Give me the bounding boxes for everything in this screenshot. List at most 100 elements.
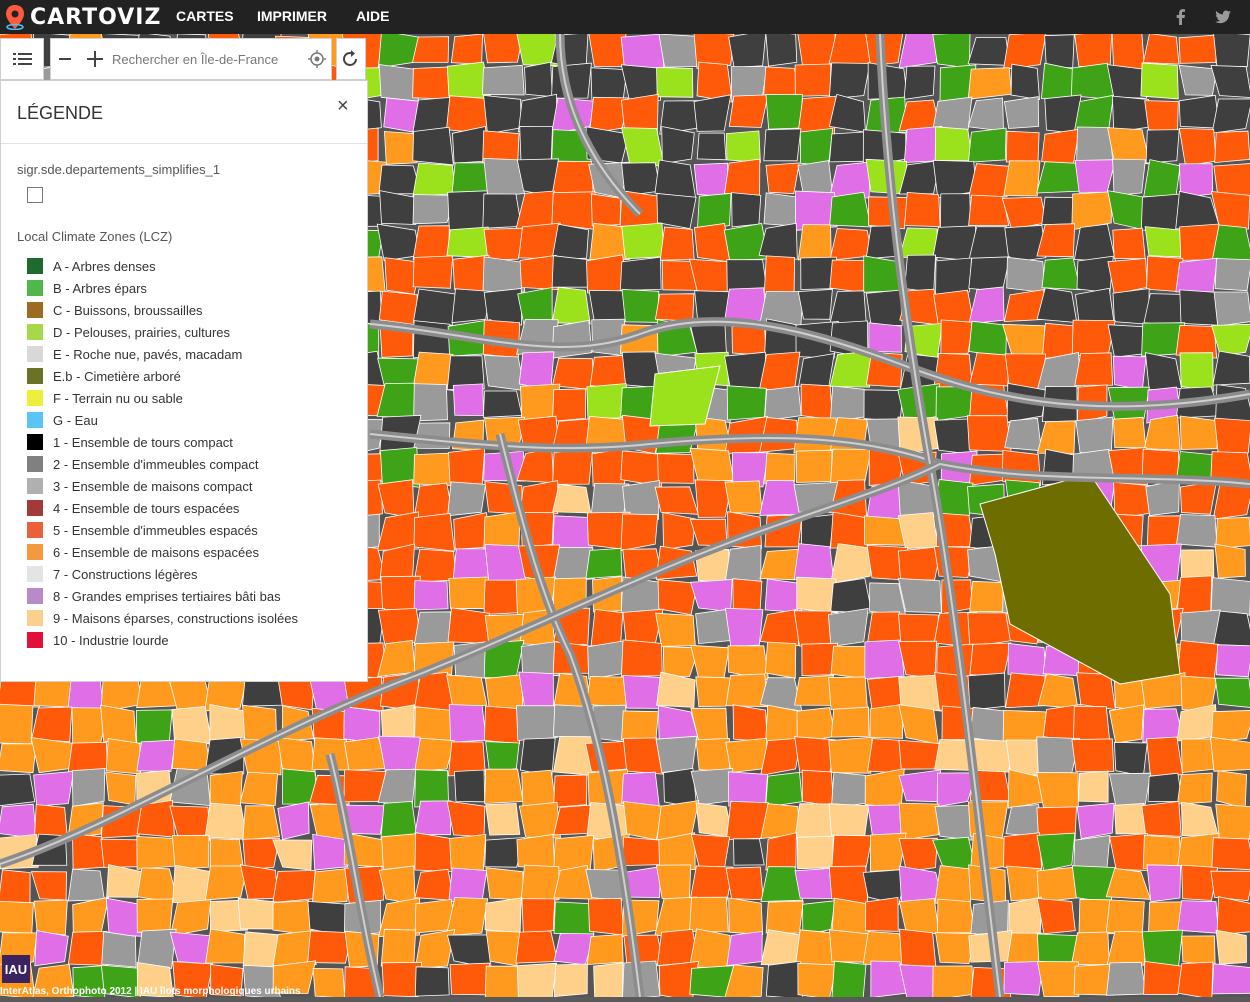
map-parcel	[869, 197, 908, 229]
map-parcel	[1142, 801, 1182, 836]
map-parcel	[1037, 962, 1079, 997]
map-parcel	[1215, 678, 1250, 708]
map-parcel	[522, 899, 555, 934]
map-parcel	[449, 705, 486, 743]
map-parcel	[766, 772, 803, 807]
legend-label: E - Roche nue, pavés, macadam	[53, 347, 242, 362]
twitter-icon[interactable]	[1213, 7, 1233, 27]
map-parcel	[1177, 773, 1212, 804]
map-parcel	[899, 770, 942, 802]
nav-aide[interactable]: AIDE	[356, 0, 389, 34]
map-parcel	[656, 865, 690, 901]
map-parcel	[798, 161, 833, 196]
close-icon[interactable]: ×	[337, 95, 349, 118]
map-parcel	[484, 706, 520, 744]
map-parcel	[517, 706, 560, 741]
map-parcel	[243, 806, 280, 841]
lcz-section-title: Local Climate Zones (LCZ)	[17, 229, 172, 244]
map-parcel	[969, 257, 1010, 292]
legend-label: B - Arbres épars	[53, 281, 147, 296]
map-parcel	[32, 707, 72, 742]
legend-item: 6 - Ensemble de maisons espacées	[27, 541, 298, 563]
search-input[interactable]	[110, 40, 310, 78]
map-parcel	[655, 160, 696, 198]
lcz-legend-list: A - Arbres densesB - Arbres éparsC - Bui…	[27, 255, 298, 651]
map-parcel	[1077, 803, 1114, 838]
reset-button[interactable]	[336, 38, 366, 80]
legend-label: 10 - Industrie lourde	[53, 633, 169, 648]
legend-label: G - Eau	[53, 413, 98, 428]
nav-imprimer[interactable]: IMPRIMER	[257, 0, 327, 34]
map-parcel	[137, 740, 176, 771]
map-parcel	[766, 901, 803, 933]
map-parcel	[1213, 225, 1250, 260]
map-parcel	[694, 163, 728, 196]
map-parcel	[1214, 611, 1250, 646]
map-parcel	[1216, 804, 1250, 839]
map-parcel	[622, 711, 659, 741]
map-parcel	[766, 94, 803, 129]
iau-logo[interactable]: IAU	[2, 955, 30, 983]
map-parcel	[697, 133, 726, 160]
legend-item: E - Roche nue, pavés, macadam	[27, 343, 298, 365]
map-parcel	[1037, 833, 1075, 871]
facebook-icon[interactable]	[1171, 7, 1191, 27]
map-parcel	[484, 356, 525, 391]
nav-cartes[interactable]: CARTES	[176, 0, 234, 34]
map-parcel	[34, 771, 74, 806]
map-parcel	[414, 612, 450, 646]
map-parcel	[829, 737, 872, 773]
legend-toggle-button[interactable]	[0, 38, 44, 80]
map-parcel	[136, 710, 172, 743]
map-parcel	[621, 514, 658, 551]
map-parcel	[905, 255, 936, 292]
map-parcel	[0, 870, 30, 905]
map-parcel	[454, 770, 484, 802]
map-parcel	[970, 707, 1008, 743]
map-parcel	[726, 738, 767, 772]
map-parcel	[312, 868, 350, 903]
zoom-in-icon[interactable]	[83, 39, 107, 79]
map-parcel	[898, 579, 941, 613]
map-parcel	[795, 675, 834, 705]
list-icon	[1, 39, 45, 79]
zoom-out-icon[interactable]	[53, 39, 77, 79]
legend-label: 3 - Ensemble de maisons compact	[53, 479, 252, 494]
map-parcel	[102, 932, 136, 967]
map-parcel	[864, 390, 903, 422]
map-parcel	[586, 677, 629, 708]
map-parcel	[587, 935, 623, 965]
map-parcel	[868, 739, 904, 774]
map-parcel	[940, 194, 971, 231]
map-parcel	[1141, 63, 1178, 99]
map-parcel	[0, 774, 35, 806]
layer-checkbox[interactable]	[27, 187, 43, 203]
map-parcel	[905, 192, 941, 226]
map-parcel	[72, 769, 105, 807]
map-parcel	[486, 742, 520, 772]
map-parcel	[447, 227, 488, 257]
map-parcel	[447, 801, 485, 837]
legend-swatch	[27, 434, 43, 450]
map-parcel	[1176, 258, 1218, 292]
map-parcel	[1113, 159, 1146, 195]
map-parcel	[829, 804, 869, 839]
map-parcel	[831, 707, 869, 737]
map-parcel	[658, 454, 694, 484]
map-parcel	[525, 62, 553, 96]
map-parcel	[485, 769, 523, 803]
map-parcel	[516, 931, 558, 963]
app-logo[interactable]: CARTOVIZ	[4, 2, 161, 32]
app-name: CARTOVIZ	[30, 5, 161, 30]
map-parcel	[830, 449, 871, 485]
map-parcel	[1107, 65, 1146, 99]
map-parcel	[486, 868, 523, 900]
map-parcel	[655, 294, 694, 322]
map-parcel	[172, 835, 209, 869]
legend-item: 3 - Ensemble de maisons compact	[27, 475, 298, 497]
map-parcel	[1072, 739, 1114, 772]
map-parcel	[517, 963, 557, 997]
map-parcel	[1144, 961, 1184, 994]
map-parcel	[453, 384, 483, 416]
map-parcel	[1075, 353, 1113, 386]
